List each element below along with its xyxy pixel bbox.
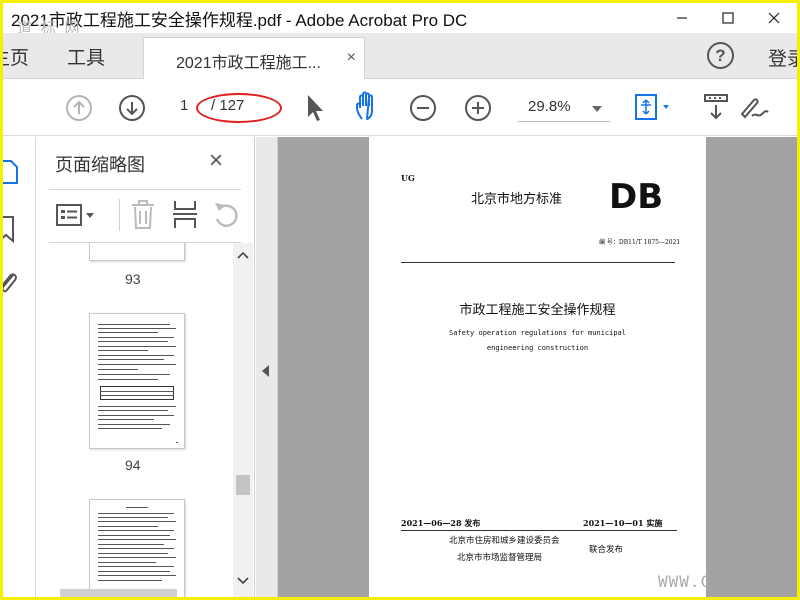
zoom-select[interactable]: 29.8% [518, 94, 610, 122]
doc-joint-release: 联合发布 [589, 545, 624, 555]
select-cursor-icon [308, 95, 323, 121]
sign-icon [740, 98, 769, 119]
zoom-out-button[interactable] [409, 94, 437, 122]
watermark-text: WWW.C [658, 572, 712, 591]
hand-tool-icon [356, 91, 373, 120]
prev-page-icon [66, 95, 92, 121]
tab-tools[interactable]: 工具 [67, 43, 105, 70]
scroll-mode-icon [704, 94, 728, 120]
divider [401, 530, 677, 531]
tab-home[interactable]: 主页 [3, 43, 29, 70]
toolbar: 1 / 127 29.8% [3, 80, 797, 136]
login-button[interactable]: 登录 [768, 44, 797, 71]
zoom-out-icon [410, 95, 436, 121]
minimize-icon [677, 17, 687, 19]
chevron-down-icon [237, 577, 249, 585]
divider [119, 199, 120, 231]
thumbnail-label-94: 94 [125, 457, 141, 473]
panel-title: 页面缩略图 [55, 155, 145, 175]
rotate-page-button[interactable] [211, 199, 241, 236]
doc-title-en-line2: engineering construction [486, 344, 589, 352]
delete-page-button[interactable] [129, 199, 157, 236]
fit-page-icon [635, 94, 669, 120]
minimize-button[interactable] [659, 3, 705, 33]
doc-issuer-1: 北京市住房和城乡建设委员会 [449, 536, 560, 546]
doc-title-cn: 市政工程施工安全操作规程 [459, 303, 616, 318]
select-tool-button[interactable] [305, 93, 325, 123]
insert-page-icon [173, 201, 197, 228]
doc-publish-date: 2021—06—28 发布 [401, 518, 481, 528]
chevron-up-icon [237, 251, 249, 259]
app-window: 2021市政工程施工安全操作规程.pdf - Adobe Acrobat Pro… [3, 3, 797, 597]
page-number-input[interactable]: 1 [180, 97, 188, 114]
maximize-icon [722, 12, 734, 24]
doc-title-en-line1: Safety operation regulations for municip… [448, 329, 626, 337]
thumbnail-page-95[interactable] [89, 499, 185, 597]
insert-page-button[interactable] [171, 199, 199, 236]
next-page-button[interactable] [118, 94, 146, 122]
panel-collapse-handle[interactable] [256, 137, 278, 597]
panel-close-icon[interactable]: × [209, 147, 223, 175]
doc-db-mark: DB [609, 177, 664, 217]
options-menu-icon [56, 204, 94, 226]
doc-issuer-2: 北京市市场监督管理局 [457, 553, 543, 563]
sign-button[interactable] [738, 92, 772, 122]
tab-document[interactable]: 2021市政工程施工... × [143, 37, 365, 79]
bookmark-icon[interactable] [3, 215, 17, 248]
tab-document-label: 2021市政工程施工... [176, 55, 321, 72]
thumbnail-list: 93 94 [37, 243, 233, 597]
help-icon[interactable]: ? [707, 42, 734, 69]
scrollbar-thumb[interactable] [236, 475, 250, 495]
collapse-left-icon [262, 365, 269, 377]
hand-tool-button[interactable] [353, 91, 385, 123]
navigation-rail [3, 137, 36, 597]
annotation-oval [196, 93, 282, 123]
next-page-icon [119, 95, 145, 121]
thumbnail-label-93: 93 [125, 271, 141, 287]
zoom-in-button[interactable] [464, 94, 492, 122]
title-bar: 2021市政工程施工安全操作规程.pdf - Adobe Acrobat Pro… [3, 3, 797, 37]
doc-ug-mark: UG [401, 173, 415, 183]
close-icon [768, 12, 780, 24]
divider [401, 262, 675, 263]
divider [49, 189, 241, 190]
horizontal-scrollbar[interactable] [60, 589, 177, 597]
prev-page-button[interactable] [65, 94, 93, 122]
thumbnail-page-93[interactable] [89, 243, 185, 261]
pdf-page[interactable]: UG 北京市地方标准 DB 编 号：DB11/T 1875—2021 市政工程施… [369, 137, 706, 597]
chevron-down-icon [592, 106, 602, 112]
thumbnail-options-button[interactable] [55, 202, 99, 235]
zoom-value: 29.8% [528, 98, 571, 115]
attachment-icon[interactable] [3, 269, 19, 302]
fit-page-button[interactable] [633, 92, 673, 122]
doc-implement-date: 2021—10—01 实施 [583, 518, 663, 528]
thumbnail-page-94[interactable] [89, 313, 185, 449]
panel-toolbar [37, 193, 255, 237]
rotate-icon [215, 203, 238, 227]
thumbnail-scrollbar[interactable] [233, 243, 253, 597]
zoom-in-icon [465, 95, 491, 121]
close-window-button[interactable] [751, 3, 797, 33]
doc-code: 编 号：DB11/T 1875—2021 [599, 239, 681, 246]
scroll-mode-button[interactable] [703, 92, 729, 122]
maximize-button[interactable] [705, 3, 751, 33]
tab-close-icon[interactable]: × [347, 49, 356, 67]
trash-icon [132, 200, 154, 229]
page-thumbnails-icon[interactable] [3, 159, 21, 190]
doc-standard-type: 北京市地方标准 [471, 192, 563, 207]
tab-bar: 主页 工具 2021市政工程施工... × ? 登录 [3, 33, 797, 79]
thumbnails-panel: 页面缩略图 × 93 94 [37, 137, 255, 597]
